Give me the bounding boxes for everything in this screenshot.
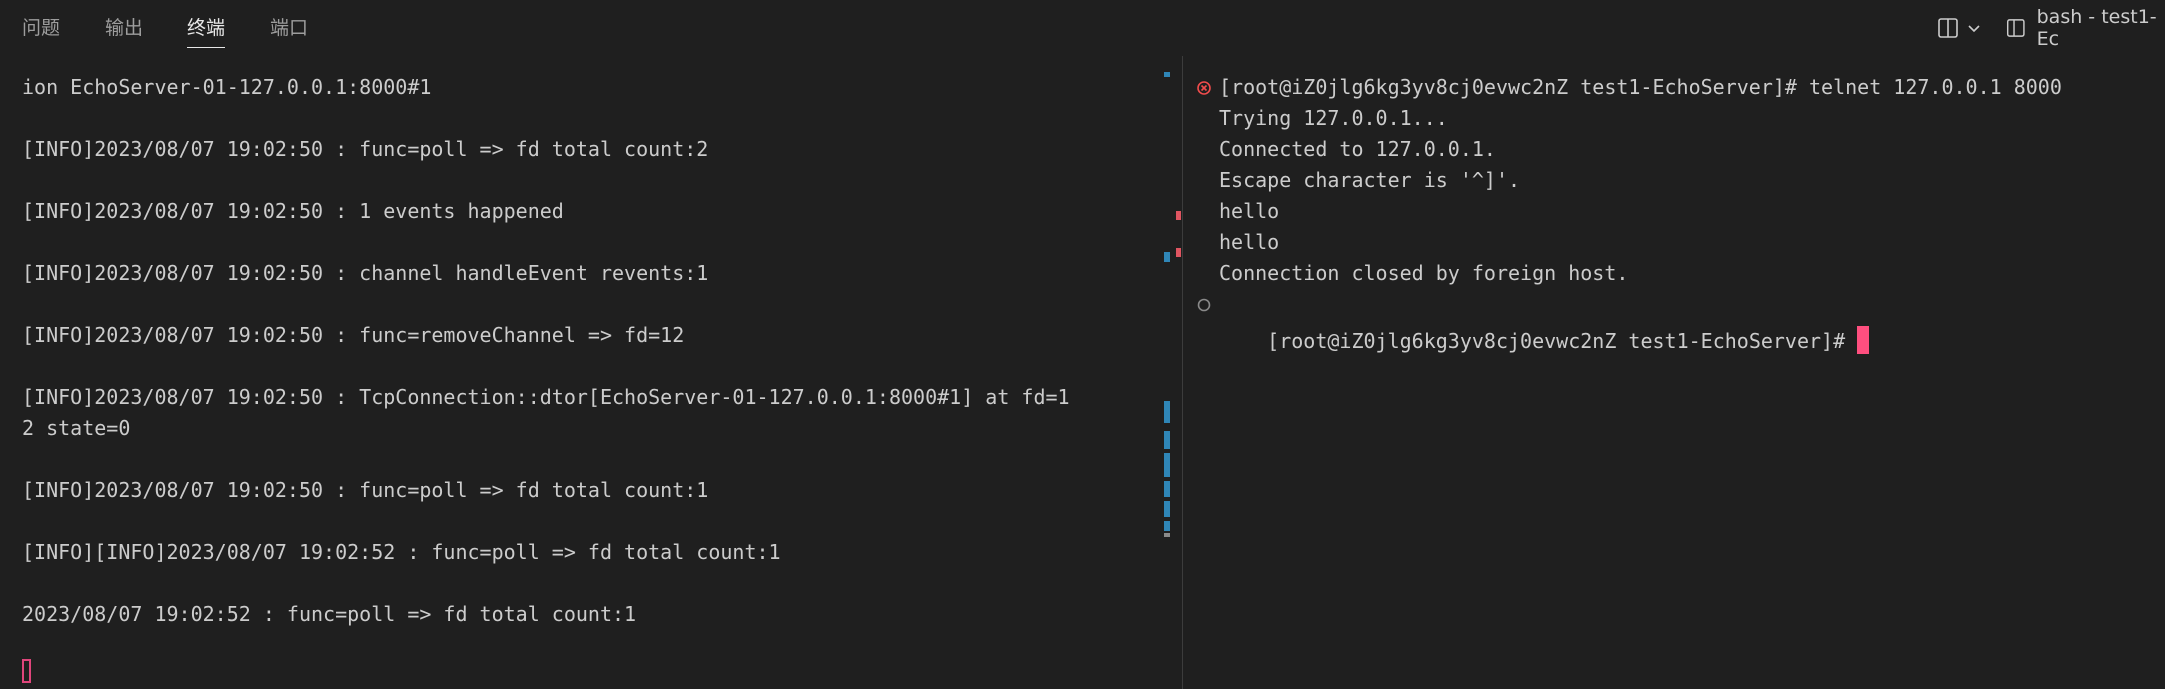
scroll-marker (1176, 248, 1181, 257)
scroll-marker (1164, 501, 1170, 517)
command-error-icon[interactable] (1196, 80, 1212, 96)
terminal-line: [INFO]2023/08/07 19:02:50 : func=poll =>… (22, 478, 709, 502)
scroll-marker (1164, 453, 1170, 477)
terminal-instance-name: bash - test1-Ec (2036, 6, 2157, 50)
terminal-line: [INFO]2023/08/07 19:02:50 : 1 events hap… (22, 199, 564, 223)
terminal-left[interactable]: ion EchoServer-01-127.0.0.1:8000#1 [INFO… (0, 56, 1181, 689)
terminal-line: Escape character is '^]'. (1219, 168, 1521, 192)
terminal-line: 2023/08/07 19:02:52 : func=poll => fd to… (22, 602, 637, 626)
terminal-right[interactable]: [root@iZ0jlg6kg3yv8cj0evwc2nZ test1-Echo… (1184, 56, 2165, 689)
command-pending-icon[interactable] (1196, 297, 1212, 313)
tab-problems[interactable]: 问题 (22, 16, 60, 40)
terminal-line: hello (1219, 199, 1280, 223)
tab-ports[interactable]: 端口 (270, 16, 308, 40)
terminal-cursor (22, 659, 31, 683)
scroll-marker (1176, 211, 1181, 220)
chevron-down-icon (1968, 25, 1980, 33)
terminal-line: Trying 127.0.0.1... (1219, 106, 1448, 130)
terminal-split-icon (2006, 19, 2025, 37)
tab-terminal[interactable]: 终端 (187, 16, 226, 48)
terminal-line: ion EchoServer-01-127.0.0.1:8000#1 (22, 75, 432, 99)
terminal-line: [INFO]2023/08/07 19:02:50 : TcpConnectio… (22, 385, 1070, 409)
terminal-line: [INFO][INFO]2023/08/07 19:02:52 : func=p… (22, 540, 781, 564)
scroll-marker (1164, 521, 1170, 531)
scroll-marker (1164, 72, 1170, 77)
terminal-line: [INFO]2023/08/07 19:02:50 : channel hand… (22, 261, 709, 285)
terminal-line: [INFO]2023/08/07 19:02:50 : func=removeC… (22, 323, 685, 347)
terminal-prompt-line: [root@iZ0jlg6kg3yv8cj0evwc2nZ test1-Echo… (1219, 289, 1870, 354)
terminal-line: Connected to 127.0.0.1. (1219, 137, 1496, 161)
terminal-line: [root@iZ0jlg6kg3yv8cj0evwc2nZ test1-Echo… (1219, 75, 2062, 99)
tab-output[interactable]: 输出 (105, 16, 143, 40)
scroll-marker (1164, 252, 1170, 262)
scroll-marker (1164, 533, 1170, 537)
terminal-instance-tab[interactable]: bash - test1-Ec (2005, 6, 2165, 50)
scroll-marker (1164, 401, 1170, 423)
scroll-marker (1164, 431, 1170, 449)
terminal-line: 2 state=0 (22, 416, 131, 440)
panel-tab-bar: 问题 输出 终端 端口 bash - test1-Ec (0, 0, 2165, 56)
split-divider[interactable] (1182, 56, 1183, 689)
terminal-line: [INFO]2023/08/07 19:02:50 : func=poll =>… (22, 137, 709, 161)
terminal-line: Connection closed by foreign host. (1219, 261, 1629, 285)
split-terminal-button[interactable] (1936, 14, 1982, 42)
terminal-cursor (1857, 326, 1870, 354)
scroll-marker (1164, 481, 1170, 497)
terminal-line: hello (1219, 230, 1280, 254)
terminal-prompt: [root@iZ0jlg6kg3yv8cj0evwc2nZ test1-Echo… (1267, 329, 1858, 353)
split-panel-icon (1938, 18, 1958, 38)
